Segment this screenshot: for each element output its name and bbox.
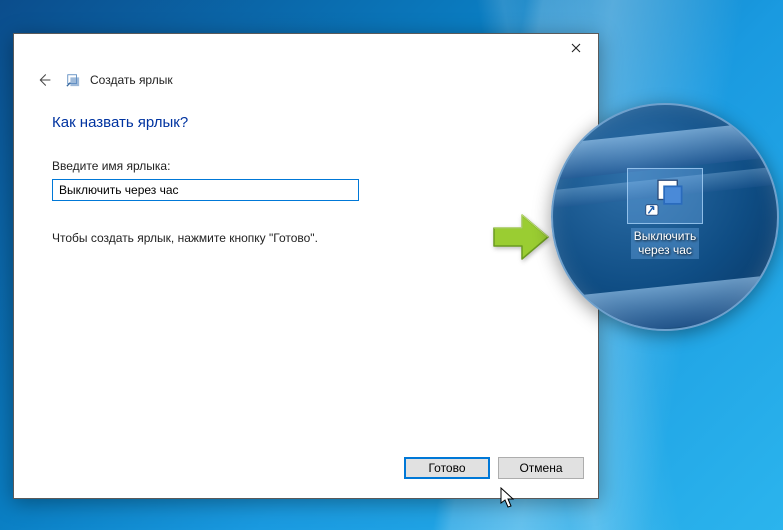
back-arrow-icon [35, 71, 53, 89]
desktop-shortcut-label: Выключить через час [631, 228, 699, 259]
generic-shortcut-icon [644, 175, 686, 217]
dialog-heading: Как назвать ярлык? [52, 114, 560, 131]
back-button[interactable] [32, 68, 56, 92]
magnifier-callout: Выключить через час [551, 103, 779, 331]
shortcut-name-label: Введите имя ярлыка: [52, 159, 560, 173]
cancel-button[interactable]: Отмена [498, 457, 584, 479]
desktop-shortcut-icon-selection [627, 168, 703, 224]
create-shortcut-dialog: Создать ярлык Как назвать ярлык? Введите… [13, 33, 599, 499]
desktop-shortcut[interactable]: Выключить через час [619, 168, 711, 259]
dialog-footer: Готово Отмена [14, 450, 598, 498]
instruction-text: Чтобы создать ярлык, нажмите кнопку "Гот… [52, 231, 560, 245]
dialog-body: Как назвать ярлык? Введите имя ярлыка: Ч… [14, 92, 598, 450]
wizard-title: Создать ярлык [90, 73, 173, 87]
shortcut-icon [66, 73, 80, 87]
close-button[interactable] [554, 34, 598, 62]
dialog-header: Создать ярлык [14, 64, 598, 92]
finish-button[interactable]: Готово [404, 457, 490, 479]
dialog-titlebar [14, 34, 598, 64]
close-icon [571, 43, 581, 53]
shortcut-name-input[interactable] [52, 179, 359, 201]
